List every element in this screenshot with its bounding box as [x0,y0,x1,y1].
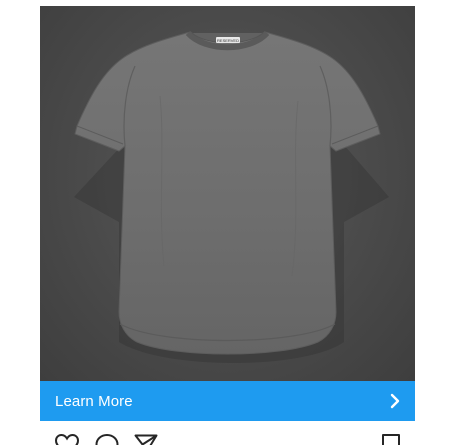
brand-tag-text: RESERVED [217,38,239,43]
chevron-right-icon [389,393,401,409]
share-button[interactable] [133,432,163,445]
bookmark-icon [382,434,400,445]
learn-more-button[interactable]: Learn More [40,381,415,421]
post-image[interactable]: RESERVED [40,6,415,381]
save-button[interactable] [380,432,410,445]
like-button[interactable] [54,432,84,445]
heart-icon [54,433,80,445]
comment-icon [95,434,119,445]
send-icon [134,434,158,445]
comment-button[interactable] [94,432,124,445]
post-actions-bar [40,426,415,445]
sponsored-post: RESERVED Learn More [0,0,473,445]
t-shirt-image: RESERVED [74,30,389,363]
learn-more-label: Learn More [55,392,133,410]
